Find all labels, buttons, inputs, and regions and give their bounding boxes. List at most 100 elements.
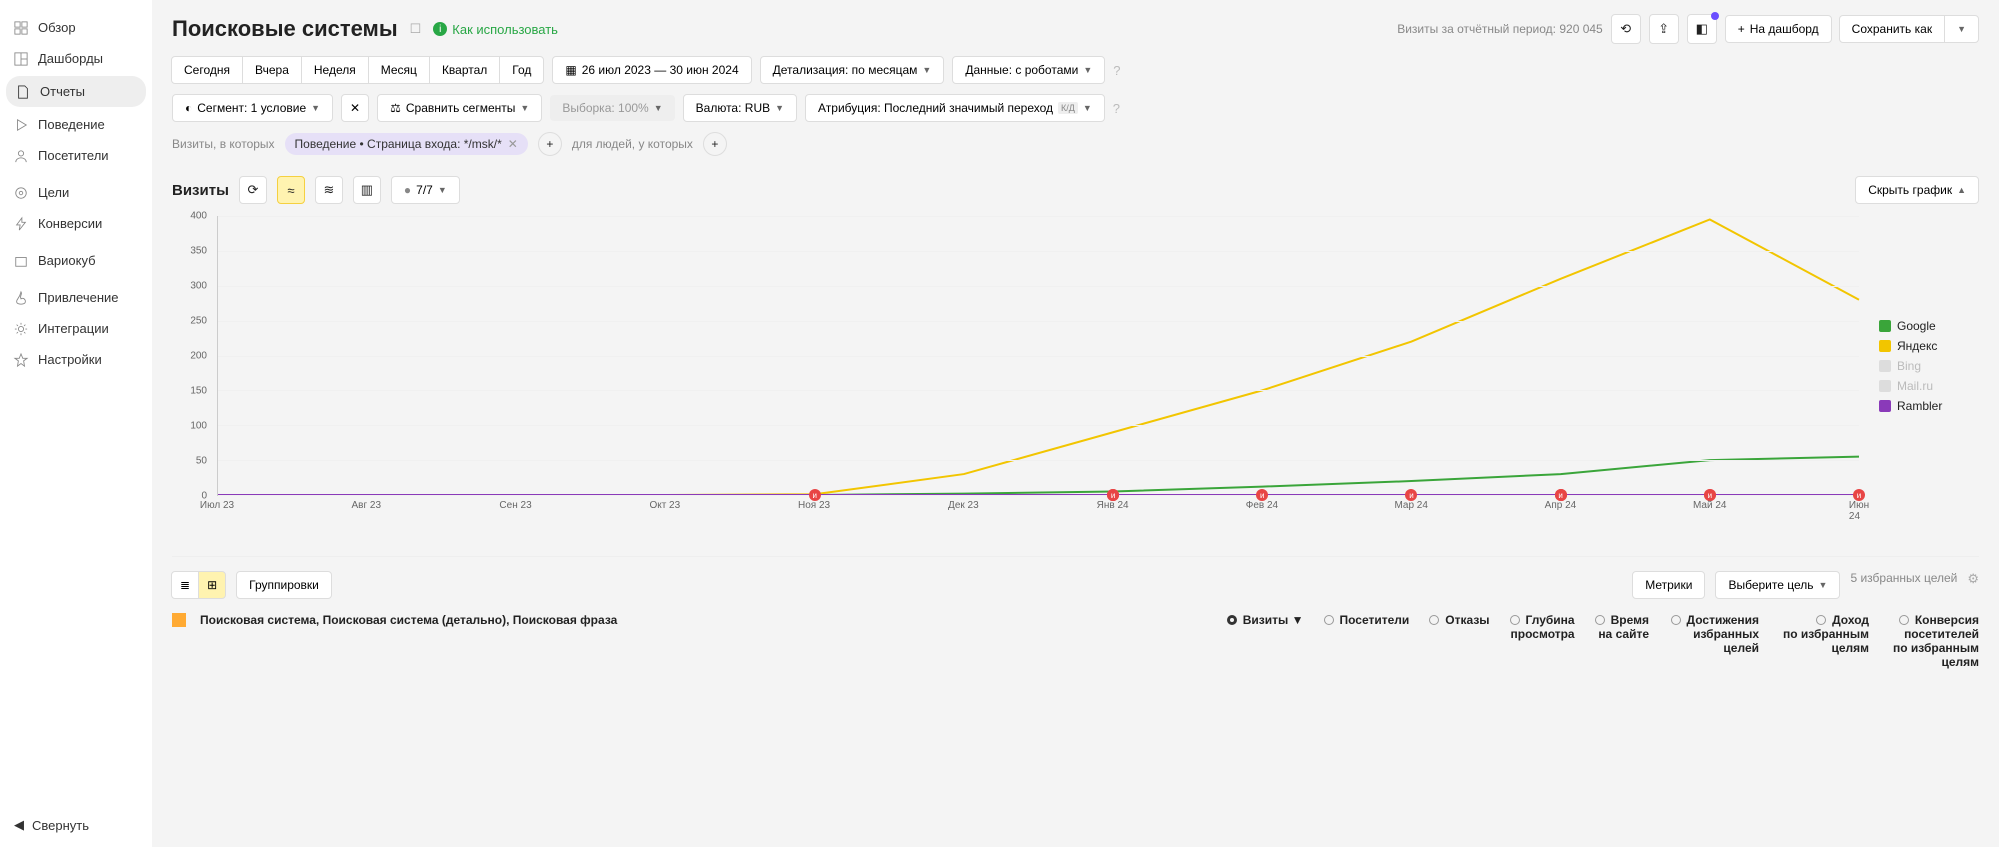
metric-column[interactable]: Времяна сайте bbox=[1595, 613, 1649, 669]
x-tick: Ноя 23 bbox=[798, 500, 830, 511]
sidebar-item-settings[interactable]: Настройки bbox=[0, 344, 152, 375]
goal-select[interactable]: Выберите цель ▼ bbox=[1715, 571, 1840, 599]
metric-column[interactable]: Посетители bbox=[1324, 613, 1410, 669]
chevron-down-icon: ▼ bbox=[922, 65, 931, 75]
x-tick: Мар 24 bbox=[1394, 500, 1427, 511]
select-all-checkbox[interactable] bbox=[172, 613, 186, 627]
y-tick: 150 bbox=[190, 386, 207, 397]
metric-column[interactable]: Отказы bbox=[1429, 613, 1489, 669]
add-people-filter[interactable]: + bbox=[703, 132, 727, 156]
date-range-picker[interactable]: ▦ 26 июл 2023 — 30 июн 2024 bbox=[552, 56, 751, 84]
chart-type-area[interactable]: ≋ bbox=[315, 176, 343, 204]
x-tick: Май 24 bbox=[1693, 500, 1727, 511]
people-filter-label: для людей, у которых bbox=[572, 137, 693, 151]
period-quarter[interactable]: Квартал bbox=[429, 56, 500, 84]
help-icon[interactable]: ? bbox=[1113, 101, 1120, 116]
metric-column[interactable]: Конверсияпосетителей по избранным целям bbox=[1889, 613, 1979, 669]
notifications-icon[interactable]: ◧ bbox=[1687, 14, 1717, 44]
page-title: Поисковые системы bbox=[172, 16, 398, 42]
chart-type-bar[interactable]: ▥ bbox=[353, 176, 381, 204]
file-icon bbox=[16, 85, 30, 99]
sidebar-item-behavior[interactable]: Поведение bbox=[0, 109, 152, 140]
sidebar-item-dashboards[interactable]: Дашборды bbox=[0, 43, 152, 74]
period-yesterday[interactable]: Вчера bbox=[242, 56, 302, 84]
attribution-select[interactable]: Атрибуция: Последний значимый переход К/… bbox=[805, 94, 1105, 122]
metric-column[interactable]: Визиты ▼ bbox=[1227, 613, 1304, 669]
chevron-left-icon: ◀ bbox=[14, 817, 24, 833]
history-icon[interactable]: ⟲ bbox=[1611, 14, 1641, 44]
sidebar-item-reports[interactable]: Отчеты bbox=[6, 76, 146, 107]
sidebar-item-conversions[interactable]: Конверсии bbox=[0, 208, 152, 239]
detail-select[interactable]: Детализация: по месяцам ▼ bbox=[760, 56, 945, 84]
metrics-button[interactable]: Метрики bbox=[1632, 571, 1705, 599]
view-list[interactable]: ≣ bbox=[171, 571, 199, 599]
gear-icon bbox=[14, 322, 28, 336]
refresh-button[interactable]: ⟳ bbox=[239, 176, 267, 204]
add-visit-filter[interactable]: + bbox=[538, 132, 562, 156]
legend-label: Google bbox=[1897, 319, 1936, 333]
chevron-down-icon: ▼ bbox=[775, 103, 784, 113]
sidebar-item-overview[interactable]: Обзор bbox=[0, 12, 152, 43]
user-icon bbox=[14, 149, 28, 163]
x-tick: Июл 23 bbox=[200, 500, 234, 511]
hide-chart-button[interactable]: Скрыть график ▲ bbox=[1855, 176, 1979, 204]
sidebar-item-goals[interactable]: Цели bbox=[0, 177, 152, 208]
period-summary: Визиты за отчётный период: 920 045 bbox=[1397, 22, 1603, 36]
series-visibility[interactable]: ● 7/7 ▼ bbox=[391, 176, 460, 204]
grouping-button[interactable]: Группировки bbox=[236, 571, 332, 599]
period-week[interactable]: Неделя bbox=[301, 56, 369, 84]
how-to-label: Как использовать bbox=[452, 22, 558, 37]
legend-item[interactable]: Google bbox=[1879, 319, 1979, 333]
close-icon[interactable]: ✕ bbox=[508, 137, 518, 151]
x-tick: Фев 24 bbox=[1246, 500, 1278, 511]
save-as-button[interactable]: Сохранить как bbox=[1839, 15, 1945, 43]
sidebar: Обзор Дашборды Отчеты Поведение Посетите… bbox=[0, 0, 152, 847]
segment-chip[interactable]: Поведение • Страница входа: */msk/*✕ bbox=[285, 133, 528, 155]
sidebar-item-label: Обзор bbox=[38, 20, 76, 35]
y-tick: 50 bbox=[196, 456, 207, 467]
metric-column[interactable]: Доходпо избранным целям bbox=[1779, 613, 1869, 669]
dimension-label: Поисковая система, Поисковая система (де… bbox=[200, 613, 617, 627]
calendar-icon: ▦ bbox=[565, 63, 576, 77]
segment-select[interactable]: ◐ Сегмент: 1 условие ▼ bbox=[172, 94, 333, 122]
x-tick: Авг 23 bbox=[352, 500, 382, 511]
period-month[interactable]: Месяц bbox=[368, 56, 430, 84]
sidebar-item-label: Цели bbox=[38, 185, 69, 200]
gear-icon[interactable]: ⚙ bbox=[1967, 571, 1979, 587]
notification-dot bbox=[1711, 12, 1719, 20]
metric-column[interactable]: Глубинапросмотра bbox=[1510, 613, 1575, 669]
to-dashboard-button[interactable]: + На дашборд bbox=[1725, 15, 1832, 43]
legend-swatch bbox=[1879, 360, 1891, 372]
save-as-dropdown[interactable]: ▼ bbox=[1944, 15, 1979, 43]
chevron-down-icon: ▼ bbox=[438, 185, 447, 195]
bookmark-icon[interactable]: ☐ bbox=[410, 21, 422, 37]
data-select[interactable]: Данные: с роботами ▼ bbox=[952, 56, 1105, 84]
view-tree[interactable]: ⊞ bbox=[198, 571, 226, 599]
favorite-goals-label: 5 избранных целей bbox=[1850, 571, 1957, 585]
close-segment-button[interactable]: ✕ bbox=[341, 94, 369, 122]
currency-select[interactable]: Валюта: RUB ▼ bbox=[683, 94, 797, 122]
metric-column[interactable]: Достиженияизбранных целей bbox=[1669, 613, 1759, 669]
how-to-link[interactable]: iКак использовать bbox=[433, 22, 558, 37]
legend-item[interactable]: Rambler bbox=[1879, 399, 1979, 413]
period-year[interactable]: Год bbox=[499, 56, 544, 84]
y-tick: 250 bbox=[190, 316, 207, 327]
sidebar-item-visitors[interactable]: Посетители bbox=[0, 140, 152, 171]
chart-type-line[interactable]: ≈ bbox=[277, 176, 305, 204]
period-today[interactable]: Сегодня bbox=[171, 56, 243, 84]
compare-segments-button[interactable]: ⚖ Сравнить сегменты ▼ bbox=[377, 94, 542, 122]
visits-filter-label: Визиты, в которых bbox=[172, 137, 275, 151]
legend-item[interactable]: Bing bbox=[1879, 359, 1979, 373]
sidebar-item-integrations[interactable]: Интеграции bbox=[0, 313, 152, 344]
legend-label: Mail.ru bbox=[1897, 379, 1933, 393]
sampling-select: Выборка: 100% ▼ bbox=[550, 95, 674, 121]
sidebar-item-variokub[interactable]: Вариокуб bbox=[0, 245, 152, 276]
help-icon[interactable]: ? bbox=[1113, 63, 1120, 78]
x-tick: Апр 24 bbox=[1545, 500, 1577, 511]
share-icon[interactable]: ⇪ bbox=[1649, 14, 1679, 44]
pie-icon: ◐ bbox=[185, 101, 192, 115]
legend-item[interactable]: Яндекс bbox=[1879, 339, 1979, 353]
sidebar-item-acquisition[interactable]: Привлечение bbox=[0, 282, 152, 313]
sidebar-collapse[interactable]: ◀Свернуть bbox=[14, 817, 89, 833]
legend-item[interactable]: Mail.ru bbox=[1879, 379, 1979, 393]
